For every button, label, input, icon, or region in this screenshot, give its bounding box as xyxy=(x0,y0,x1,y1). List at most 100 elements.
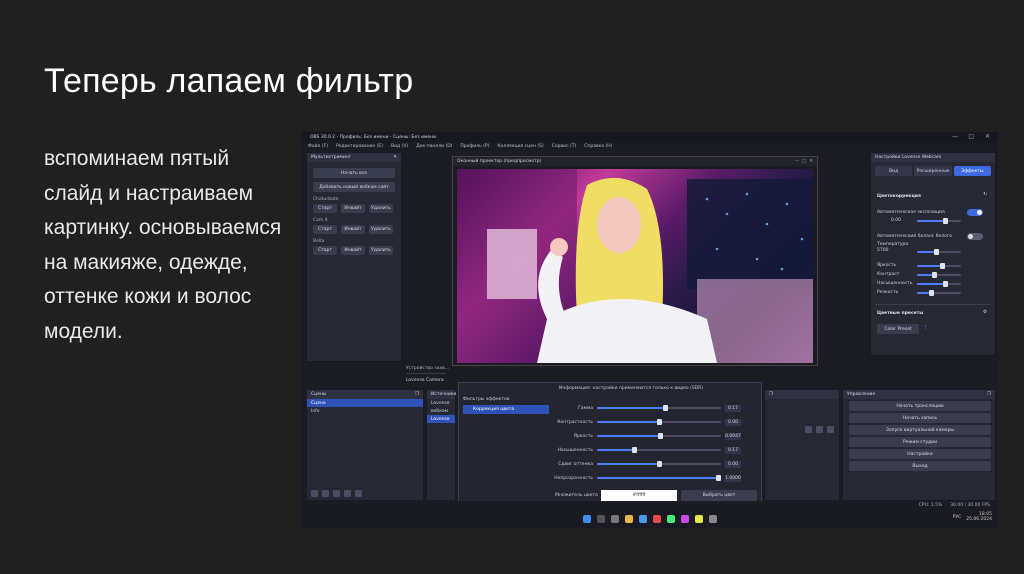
slide-title: Теперь лапаем фильтр xyxy=(44,62,414,100)
properties-panel: Настройки Lovense Webcam Вид Расширенные… xyxy=(870,152,996,356)
panel-close-icon[interactable]: ✕ xyxy=(393,155,397,160)
auto-wb-label: Автоматический баланс белого xyxy=(877,234,953,239)
contrast-label: Контраст xyxy=(877,272,900,277)
gear-icon[interactable]: ⚙ xyxy=(983,310,987,315)
chaturbate-start-button[interactable]: Старт xyxy=(313,204,337,213)
app-icon[interactable] xyxy=(681,514,689,523)
chaturbate-invite-button[interactable]: Инвайт xyxy=(341,204,365,213)
tab-effects[interactable]: Эффекты xyxy=(953,166,991,176)
source-item[interactable]: Lovense xyxy=(427,415,455,423)
brightness-slider[interactable] xyxy=(597,433,721,439)
contrast-value[interactable]: 0.00 xyxy=(725,418,741,426)
saturation-slider[interactable] xyxy=(597,447,721,453)
browser-icon[interactable] xyxy=(639,514,647,523)
chaturbate-delete-button[interactable]: Удалить xyxy=(369,204,393,213)
app-icon[interactable] xyxy=(667,514,675,523)
bella-invite-button[interactable]: Инвайт xyxy=(341,246,365,255)
maximize-icon[interactable]: □ xyxy=(968,133,974,140)
color-preset-select[interactable]: Color Preset xyxy=(877,324,919,334)
menu-item-edit[interactable]: Редактирование (E) xyxy=(336,144,383,149)
saturation-value[interactable]: 0.17 xyxy=(725,446,741,454)
cam4-invite-button[interactable]: Инвайт xyxy=(341,225,365,234)
obs-icon[interactable] xyxy=(709,514,717,523)
task-view-icon[interactable] xyxy=(611,514,619,523)
contrast-slider[interactable] xyxy=(917,272,961,278)
sources-header: Источники xyxy=(427,390,456,399)
studio-mode-button[interactable]: Режим студии xyxy=(849,437,991,447)
gamma-label: Гамма xyxy=(577,405,593,411)
filter-item-color-correction[interactable]: Коррекция цвета xyxy=(463,405,549,414)
scene-item[interactable]: Сцена xyxy=(307,399,423,407)
start-recording-button[interactable]: Начать запись xyxy=(849,413,991,423)
menu-item-profile[interactable]: Профиль (P) xyxy=(460,144,489,149)
pick-color-button[interactable]: Выбрать цвет xyxy=(681,490,757,501)
app-icon[interactable] xyxy=(653,514,661,523)
bella-delete-button[interactable]: Удалить xyxy=(369,246,393,255)
trash-icon[interactable] xyxy=(816,426,823,433)
source-item[interactable]: вебкам xyxy=(427,407,455,415)
tray-date: 25.06.2024 xyxy=(966,517,992,522)
close-icon[interactable]: ✕ xyxy=(985,133,990,140)
hue-shift-value[interactable]: 0.00 xyxy=(725,460,741,468)
temperature-label: Температура xyxy=(877,242,909,247)
auto-exposure-toggle[interactable] xyxy=(967,209,983,216)
menu-item-file[interactable]: Файл (F) xyxy=(308,144,328,149)
opacity-slider[interactable] xyxy=(597,475,722,481)
start-streaming-button[interactable]: Начать трансляцию xyxy=(849,401,991,411)
menu-item-scene-collection[interactable]: Коллекция сцен (S) xyxy=(497,144,543,149)
projector-close-icon[interactable]: — □ ✕ xyxy=(795,159,817,164)
minimize-icon[interactable]: — xyxy=(952,133,958,140)
properties-title: Настройки Lovense Webcam xyxy=(875,155,942,160)
gamma-slider[interactable] xyxy=(597,405,721,411)
menu-item-help[interactable]: Справка (H) xyxy=(584,144,612,149)
trash-icon[interactable] xyxy=(322,490,329,497)
more-vertical-icon[interactable]: ⋮ xyxy=(923,325,928,330)
reset-icon[interactable]: ↻ xyxy=(983,192,987,197)
start-virtual-camera-button[interactable]: Запуск виртуальной камеры xyxy=(849,425,991,435)
gamma-value[interactable]: 0.17 xyxy=(725,404,741,412)
bella-start-button[interactable]: Старт xyxy=(313,246,337,255)
tab-view[interactable]: Вид xyxy=(875,166,913,176)
add-icon[interactable] xyxy=(805,426,812,433)
cam4-delete-button[interactable]: Удалить xyxy=(369,225,393,234)
sharpness-slider[interactable] xyxy=(917,290,961,296)
undock-icon[interactable]: ❐ xyxy=(769,392,773,397)
down-arrow-icon[interactable] xyxy=(355,490,362,497)
contrast-slider[interactable] xyxy=(597,419,721,425)
exposure-slider[interactable] xyxy=(917,218,961,224)
settings-button[interactable]: Настройки xyxy=(849,449,991,459)
undock-icon[interactable]: ❐ xyxy=(987,392,991,397)
filter-icon[interactable] xyxy=(333,490,340,497)
color-multiply-swatch[interactable]: #ffffff xyxy=(601,490,677,501)
file-explorer-icon[interactable] xyxy=(625,514,633,523)
brightness-value[interactable]: 0.0047 xyxy=(725,432,741,440)
add-icon[interactable] xyxy=(311,490,318,497)
opacity-value[interactable]: 1.0000 xyxy=(725,474,741,482)
undock-icon[interactable]: ❐ xyxy=(415,392,419,397)
exit-button[interactable]: Выход xyxy=(849,461,991,471)
hue-shift-slider[interactable] xyxy=(597,461,721,467)
menu-item-tools[interactable]: Сервис (T) xyxy=(552,144,577,149)
app-icon[interactable] xyxy=(695,514,703,523)
filters-dialog: Информация: настройки применяются только… xyxy=(458,382,762,506)
menu-item-docks[interactable]: Док-панели (D) xyxy=(416,144,452,149)
projector-window: Оконный проектор (предпросмотр) — □ ✕ xyxy=(452,156,818,366)
search-icon[interactable] xyxy=(597,514,605,523)
cam4-start-button[interactable]: Старт xyxy=(313,225,337,234)
temperature-slider[interactable] xyxy=(917,249,961,255)
mixer-toolbar xyxy=(805,426,834,433)
scene-item[interactable]: Info xyxy=(307,407,423,415)
auto-wb-toggle[interactable] xyxy=(967,233,983,240)
menu-item-view[interactable]: Вид (V) xyxy=(391,144,408,149)
tray-language[interactable]: РУС xyxy=(953,515,962,520)
up-arrow-icon[interactable] xyxy=(344,490,351,497)
start-all-button[interactable]: Начать все xyxy=(313,168,395,178)
source-item[interactable]: Lovense xyxy=(427,399,455,407)
tray-clock[interactable]: 18:05 25.06.2024 xyxy=(966,512,992,522)
add-site-button[interactable]: Добавить новый вебкам сайт xyxy=(313,182,395,192)
start-menu-icon[interactable] xyxy=(583,514,591,523)
saturation-slider[interactable] xyxy=(917,281,961,287)
brightness-slider[interactable] xyxy=(917,263,961,269)
tab-advanced[interactable]: Расширенные xyxy=(914,166,952,176)
settings-icon[interactable] xyxy=(827,426,834,433)
